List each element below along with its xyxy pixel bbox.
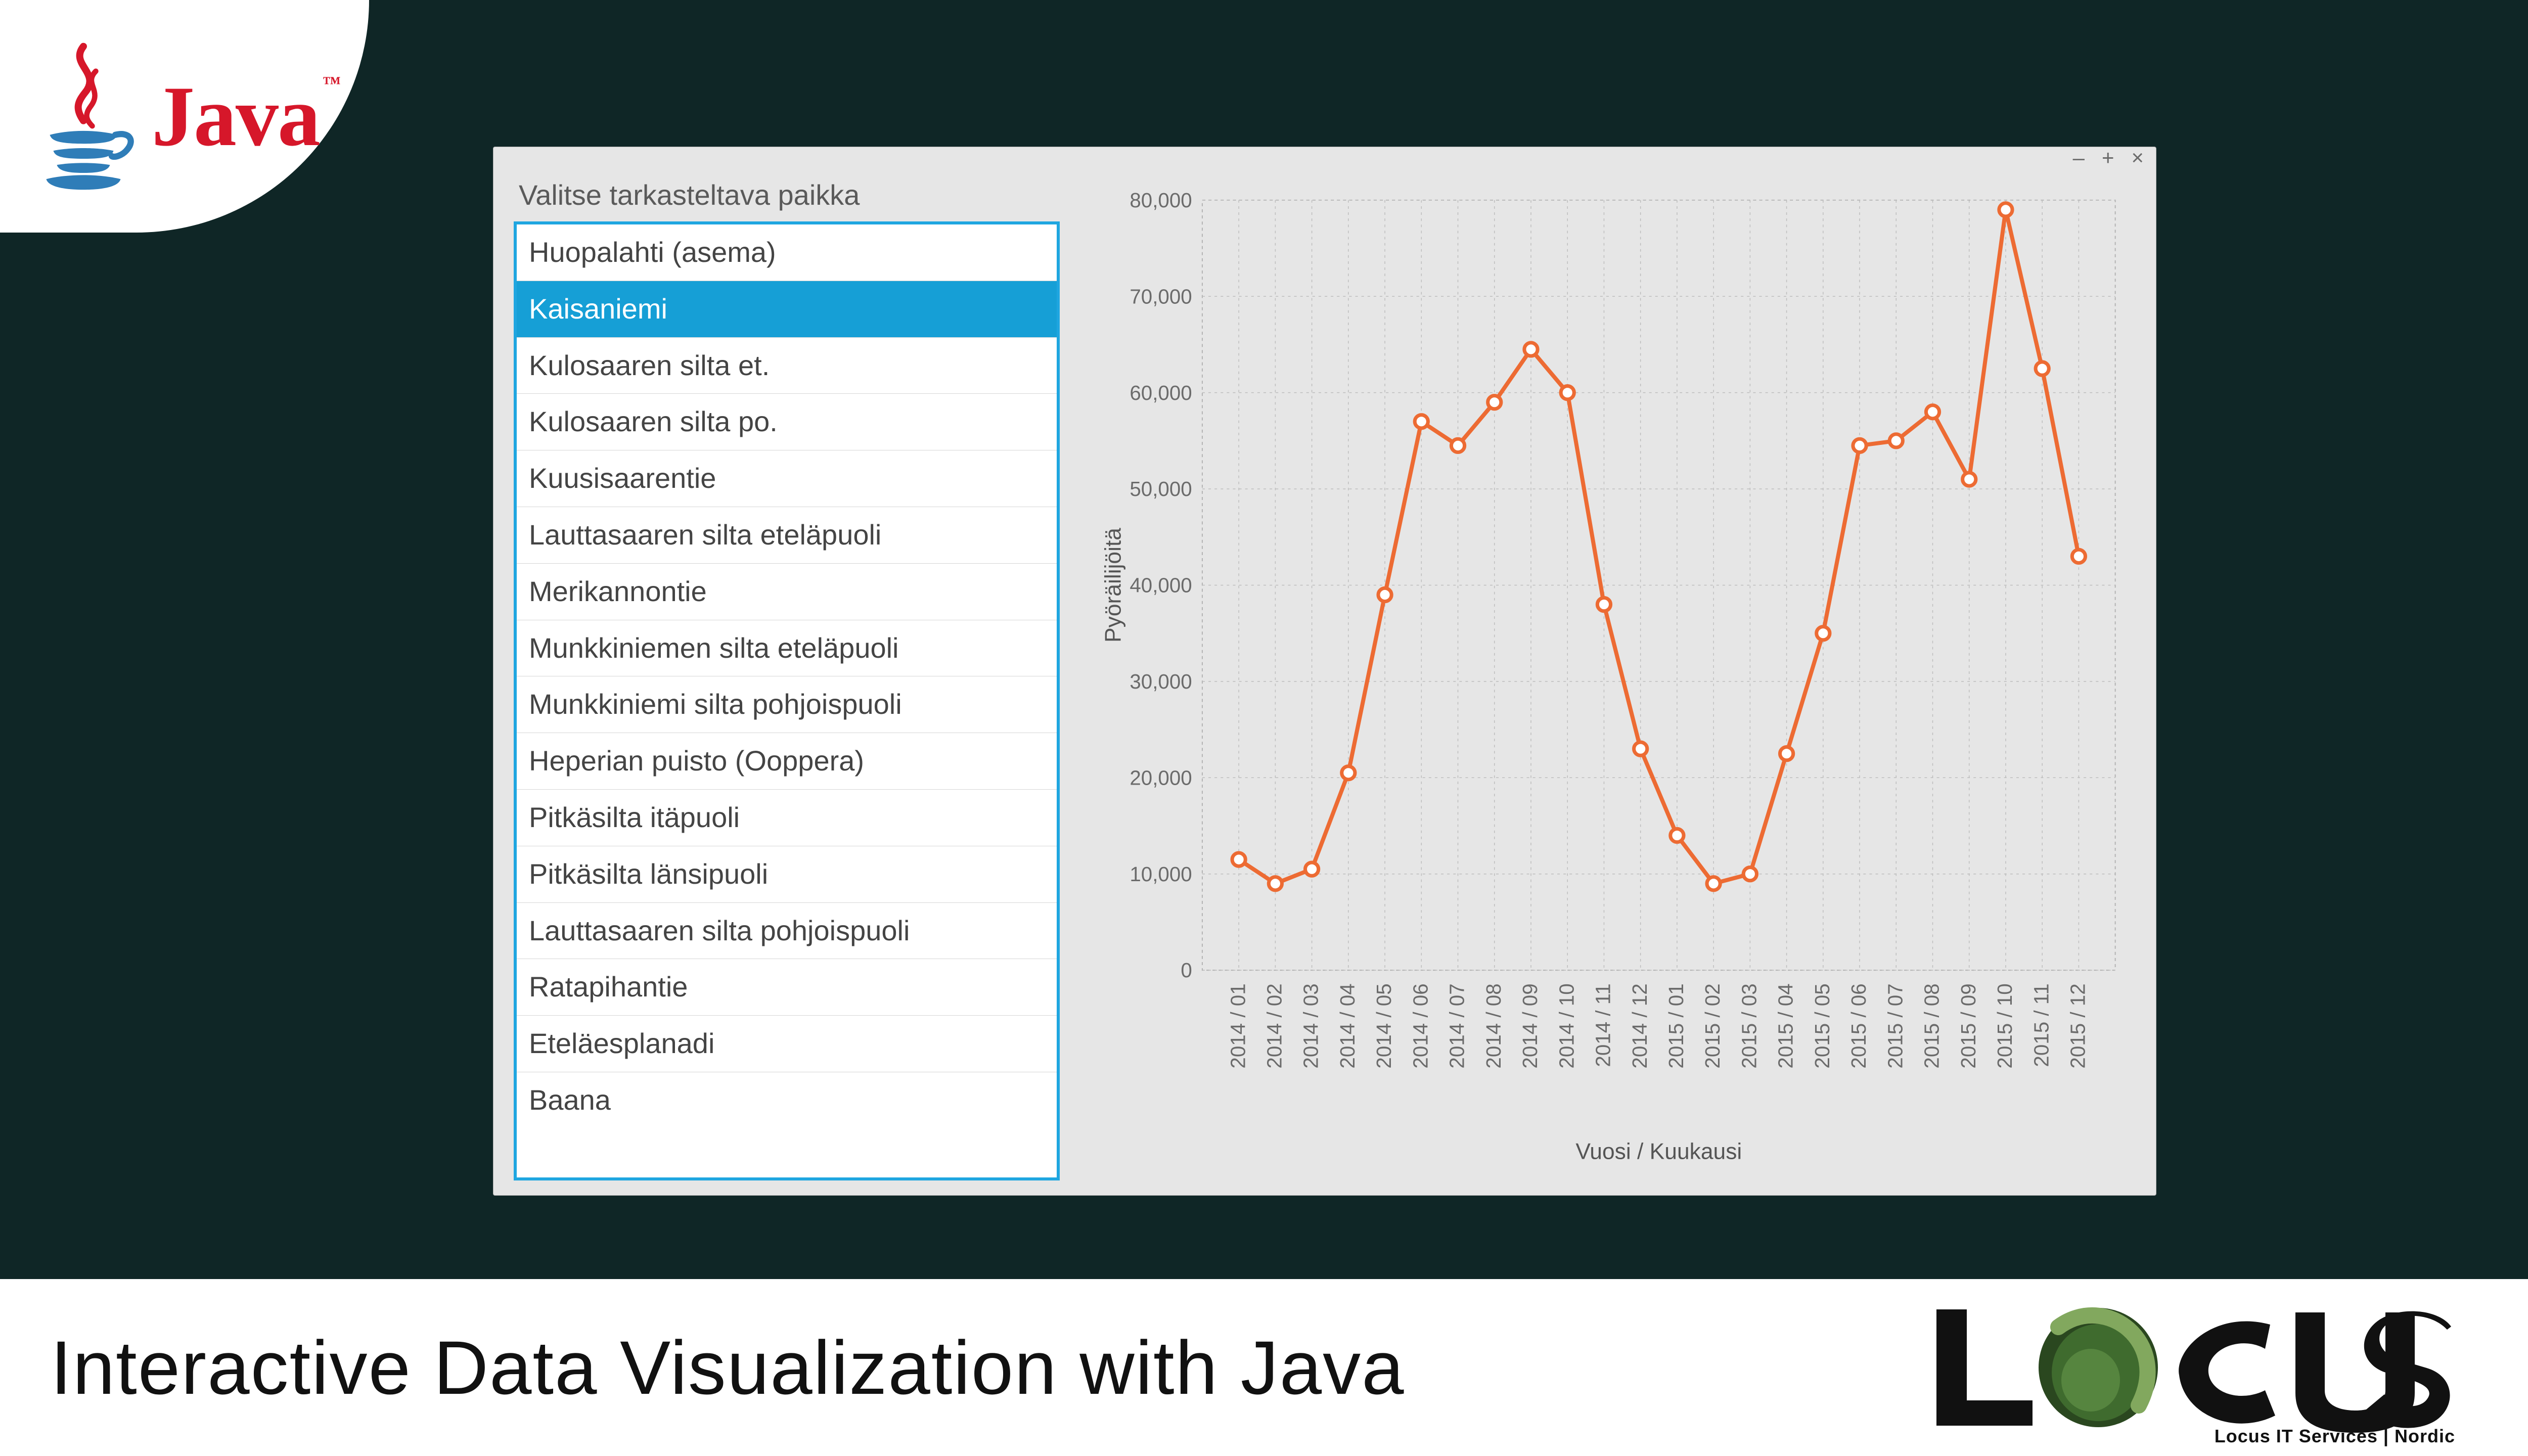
svg-text:2015 / 05: 2015 / 05 — [1811, 983, 1834, 1068]
svg-text:2015 / 06: 2015 / 06 — [1847, 983, 1870, 1068]
list-item[interactable]: Kulosaaren silta et. — [517, 338, 1057, 394]
java-cup-icon — [30, 40, 137, 192]
svg-text:2014 / 03: 2014 / 03 — [1299, 983, 1323, 1068]
locus-logo-icon — [1931, 1289, 2462, 1446]
svg-text:2015 / 08: 2015 / 08 — [1920, 983, 1944, 1068]
window-minimize-button[interactable]: – — [2073, 147, 2085, 168]
svg-text:Pyöräilijöitä: Pyöräilijöitä — [1101, 528, 1126, 643]
location-list-panel: Valitse tarkasteltava paikka Huopalahti … — [514, 178, 1060, 1180]
java-word-text: Java — [152, 69, 320, 164]
list-item[interactable]: Baana — [517, 1072, 1057, 1128]
list-item[interactable]: Munkkiniemen silta eteläpuoli — [517, 620, 1057, 677]
svg-text:2014 / 02: 2014 / 02 — [1262, 983, 1286, 1068]
svg-text:2014 / 09: 2014 / 09 — [1518, 983, 1542, 1068]
svg-text:2015 / 10: 2015 / 10 — [1993, 983, 2016, 1068]
list-item[interactable]: Huopalahti (asema) — [517, 224, 1057, 281]
svg-text:20,000: 20,000 — [1130, 766, 1192, 789]
window-maximize-button[interactable]: + — [2102, 147, 2114, 168]
svg-text:60,000: 60,000 — [1130, 381, 1192, 404]
svg-text:2015 / 01: 2015 / 01 — [1664, 983, 1688, 1068]
svg-text:2015 / 02: 2015 / 02 — [1701, 983, 1724, 1068]
list-item[interactable]: Merikannontie — [517, 564, 1057, 620]
svg-text:2014 / 08: 2014 / 08 — [1482, 983, 1505, 1068]
locus-brand: Locus IT Services | Nordic — [1931, 1289, 2462, 1446]
locus-tagline: Locus IT Services | Nordic — [2215, 1426, 2455, 1447]
app-window: – + × Valitse tarkasteltava paikka Huopa… — [493, 147, 2156, 1196]
footer-bar: Interactive Data Visualization with Java… — [0, 1279, 2528, 1456]
svg-text:2014 / 07: 2014 / 07 — [1446, 983, 1469, 1068]
java-logo-badge: Java ™ — [0, 0, 369, 233]
line-chart: 0 10,000 20,000 30,000 40,000 50,000 60,000 70,… — [1090, 178, 2136, 1180]
svg-text:2014 / 11: 2014 / 11 — [1592, 983, 1615, 1067]
svg-text:2015 / 07: 2015 / 07 — [1883, 983, 1907, 1068]
svg-text:2015 / 04: 2015 / 04 — [1774, 983, 1797, 1068]
list-item[interactable]: Kulosaaren silta po. — [517, 394, 1057, 450]
list-item[interactable]: Munkkiniemi silta pohjoispuoli — [517, 676, 1057, 733]
svg-text:2014 / 06: 2014 / 06 — [1409, 983, 1432, 1068]
svg-text:Vuosi / Kuukausi: Vuosi / Kuukausi — [1575, 1139, 1742, 1164]
java-wordmark: Java ™ — [152, 67, 320, 166]
svg-text:50,000: 50,000 — [1130, 477, 1192, 500]
list-item[interactable]: Ratapihantie — [517, 959, 1057, 1016]
list-item[interactable]: Eteläesplanadi — [517, 1016, 1057, 1072]
svg-text:2014 / 05: 2014 / 05 — [1372, 983, 1395, 1068]
svg-text:10,000: 10,000 — [1130, 862, 1192, 886]
svg-text:2014 / 01: 2014 / 01 — [1226, 983, 1249, 1068]
list-item[interactable]: Heperian puisto (Ooppera) — [517, 733, 1057, 790]
window-content: Valitse tarkasteltava paikka Huopalahti … — [493, 168, 2156, 1201]
svg-text:2014 / 10: 2014 / 10 — [1555, 983, 1578, 1068]
svg-text:2014 / 04: 2014 / 04 — [1336, 983, 1359, 1068]
chart-area: 0 10,000 20,000 30,000 40,000 50,000 60,000 70,… — [1090, 178, 2136, 1180]
svg-text:40,000: 40,000 — [1130, 574, 1192, 597]
trademark-icon: ™ — [323, 72, 340, 94]
list-item[interactable]: Lauttasaaren silta eteläpuoli — [517, 507, 1057, 564]
list-item[interactable]: Lauttasaaren silta pohjoispuoli — [517, 903, 1057, 960]
svg-text:2015 / 09: 2015 / 09 — [1957, 983, 1980, 1068]
svg-text:80,000: 80,000 — [1130, 189, 1192, 212]
svg-text:2014 / 12: 2014 / 12 — [1628, 983, 1651, 1068]
list-label: Valitse tarkasteltava paikka — [519, 178, 1060, 211]
window-titlebar: – + × — [493, 147, 2156, 168]
list-item[interactable]: Kuusisaarentie — [517, 450, 1057, 507]
svg-text:30,000: 30,000 — [1130, 670, 1192, 693]
svg-text:0: 0 — [1181, 959, 1192, 982]
list-item[interactable]: Pitkäsilta itäpuoli — [517, 790, 1057, 846]
window-close-button[interactable]: × — [2131, 147, 2144, 168]
list-item[interactable]: Pitkäsilta länsipuoli — [517, 846, 1057, 903]
location-listbox[interactable]: Huopalahti (asema)KaisaniemiKulosaaren s… — [514, 221, 1060, 1180]
svg-text:2015 / 03: 2015 / 03 — [1737, 983, 1760, 1068]
svg-text:2015 / 12: 2015 / 12 — [2066, 983, 2090, 1068]
footer-title: Interactive Data Visualization with Java — [51, 1324, 1405, 1412]
list-item[interactable]: Kaisaniemi — [517, 281, 1057, 338]
svg-text:2015 / 11: 2015 / 11 — [2029, 983, 2053, 1067]
svg-text:70,000: 70,000 — [1130, 285, 1192, 308]
